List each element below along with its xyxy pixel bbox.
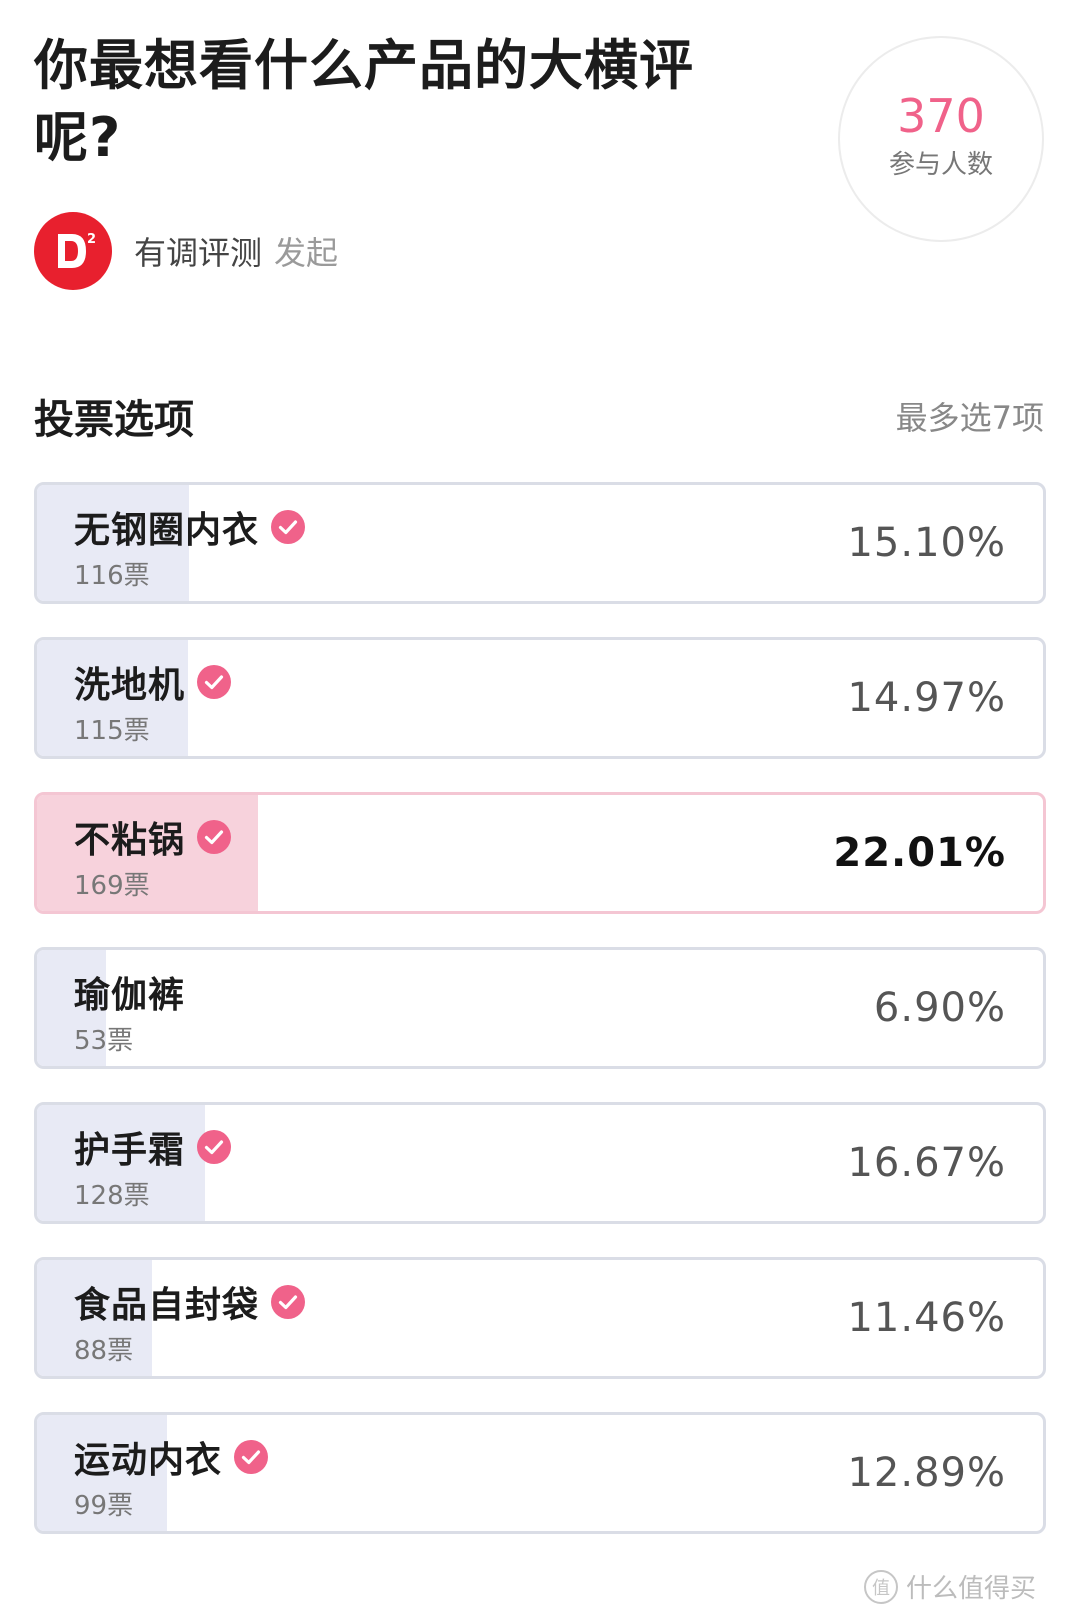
option-name: 食品自封袋: [74, 1285, 260, 1326]
check-circle-icon: [234, 1440, 269, 1474]
author-name[interactable]: 有调评测: [134, 228, 262, 274]
brand-logo-glyph: 2: [58, 232, 96, 268]
poll-title: 你最想看什么产品的大横评呢?: [34, 34, 694, 169]
option-percent: 22.01%: [833, 830, 1006, 876]
watermark-icon: 值: [863, 1569, 898, 1604]
options-title: 投票选项: [34, 397, 194, 443]
poll-option[interactable]: 无钢圈内衣 116票 15.10%: [34, 482, 1046, 604]
check-circle-icon: [197, 1130, 232, 1164]
options-header: 投票选项 最多选7项: [34, 386, 1044, 446]
option-percent: 12.89%: [847, 1450, 1006, 1496]
participants-label: 参与人数: [888, 150, 993, 180]
check-circle-icon: [271, 1285, 306, 1319]
poll-option[interactable]: 护手霜 128票 16.67%: [34, 1102, 1046, 1224]
watermark-text: 什么值得买: [905, 1574, 1036, 1604]
poll-option[interactable]: 瑜伽裤 53票 6.90%: [34, 947, 1046, 1069]
poll-option[interactable]: 运动内衣 99票 12.89%: [34, 1412, 1046, 1534]
participants-count: 370: [897, 89, 985, 143]
options-limit: 最多选7项: [895, 399, 1044, 437]
check-circle-icon: [197, 665, 232, 699]
option-percent: 14.97%: [847, 675, 1006, 721]
brand-logo-icon[interactable]: 2: [34, 212, 112, 290]
watermark: 值 什么值得买: [863, 1568, 1036, 1605]
svg-text:2: 2: [87, 232, 96, 247]
option-name: 运动内衣: [74, 1440, 223, 1481]
poll-option[interactable]: 食品自封袋 88票 11.46%: [34, 1257, 1046, 1379]
check-circle-icon: [271, 510, 306, 544]
option-votes: 53票: [74, 1026, 134, 1056]
option-name: 无钢圈内衣: [74, 510, 260, 551]
option-name: 洗地机: [74, 665, 186, 706]
option-name: 不粘锅: [74, 820, 186, 861]
option-name: 护手霜: [74, 1130, 186, 1171]
author-action: 发起: [274, 234, 339, 272]
participants-badge: 370 参与人数: [838, 36, 1044, 242]
poll-options-list: 无钢圈内衣 116票 15.10% 洗地机 115票 14.97% 不粘锅 169票 22.01…: [34, 482, 1046, 1567]
poll-option[interactable]: 洗地机 115票 14.97%: [34, 637, 1046, 759]
option-percent: 6.90%: [873, 985, 1006, 1031]
option-percent: 15.10%: [847, 520, 1006, 566]
check-circle-icon: [197, 820, 232, 854]
author-row[interactable]: 2 有调评测 发起: [34, 212, 338, 290]
option-percent: 16.67%: [847, 1140, 1006, 1186]
option-name: 瑜伽裤: [74, 975, 186, 1016]
poll-option[interactable]: 不粘锅 169票 22.01%: [34, 792, 1046, 914]
option-percent: 11.46%: [847, 1295, 1006, 1341]
